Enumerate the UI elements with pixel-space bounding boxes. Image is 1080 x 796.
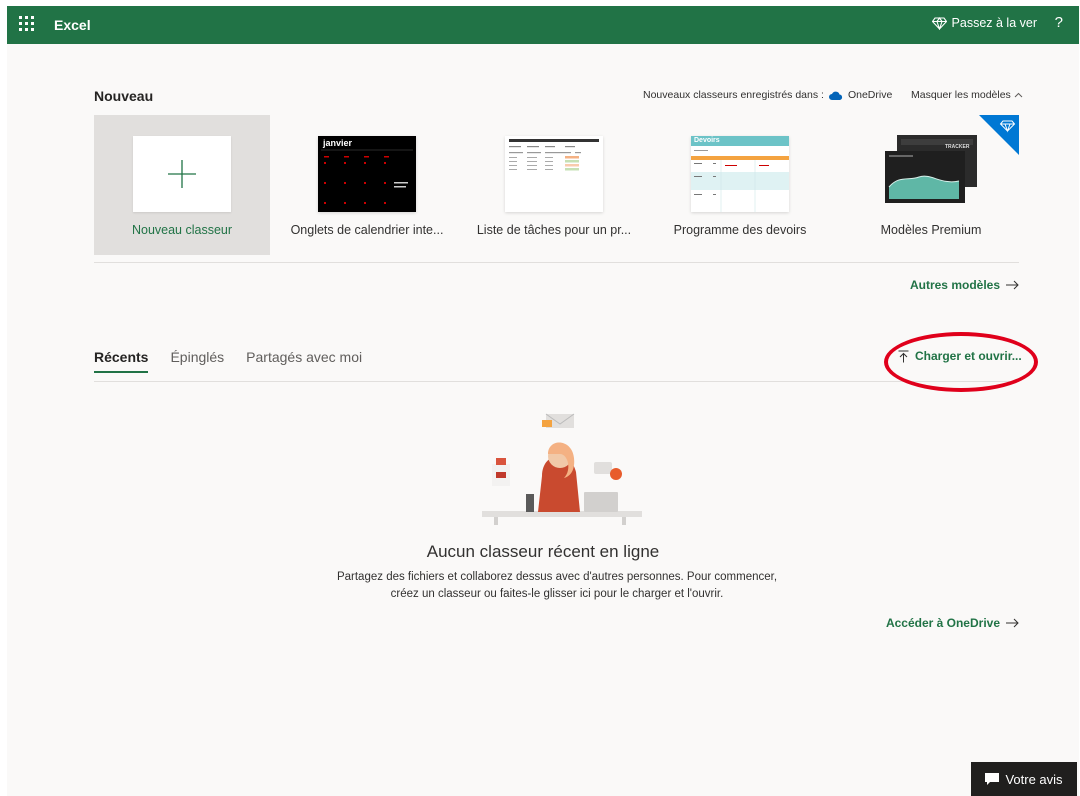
template-thumbnail: Devoirs xyxy=(691,136,789,212)
help-button[interactable]: ? xyxy=(1055,14,1063,31)
plus-icon xyxy=(168,160,196,188)
template-calendar[interactable]: janvier Onglets de calendrier inte... xyxy=(279,115,455,255)
template-label: Modèles Premium xyxy=(880,223,982,237)
template-thumbnail xyxy=(133,136,231,212)
upgrade-link[interactable]: Passez à la ver xyxy=(931,16,1037,30)
template-task-list[interactable]: Liste de tâches pour un pr... xyxy=(466,115,642,255)
go-to-onedrive-link[interactable]: Accéder à OneDrive xyxy=(886,616,1019,630)
template-label: Programme des devoirs xyxy=(673,223,807,237)
app-header: Excel Passez à la ver ? xyxy=(7,6,1079,44)
excel-start-page: Excel Passez à la ver ? Nouveau Nouveaux… xyxy=(7,6,1079,796)
template-homework[interactable]: Devoirs Programme des devoirs xyxy=(652,115,828,255)
recent-tabs: Récents Épinglés Partagés avec moi xyxy=(94,349,384,373)
feedback-label: Votre avis xyxy=(1005,771,1063,787)
template-thumbnail xyxy=(505,136,603,212)
task-list-graphic xyxy=(509,139,599,171)
more-templates-link[interactable]: Autres modèles xyxy=(910,278,1019,292)
save-location-note: Nouveaux classeurs enregistrés dans : On… xyxy=(643,89,892,101)
tab-pinned[interactable]: Épinglés xyxy=(170,349,224,373)
tabs-divider xyxy=(94,381,1019,382)
template-thumbnail: janvier xyxy=(318,136,416,212)
app-name[interactable]: Excel xyxy=(54,17,91,33)
app-launcher-icon[interactable] xyxy=(19,16,35,32)
template-premium[interactable]: TRACKER Modèles Premium xyxy=(843,115,1019,255)
template-label: Onglets de calendrier inte... xyxy=(290,223,444,237)
empty-state-description: Partagez des fichiers et collaborez dess… xyxy=(318,569,796,603)
empty-state-illustration xyxy=(482,413,642,525)
tab-recent[interactable]: Récents xyxy=(94,349,149,373)
red-highlight-circle xyxy=(884,332,1038,392)
onedrive-cloud-icon xyxy=(828,91,843,100)
save-note-label: Nouveaux classeurs enregistrés dans : xyxy=(643,89,824,101)
tab-shared[interactable]: Partagés avec moi xyxy=(246,349,362,373)
arrow-right-icon xyxy=(1006,280,1019,290)
save-location: OneDrive xyxy=(847,89,893,101)
hide-templates-button[interactable]: Masquer les modèles xyxy=(911,89,1023,101)
empty-state-desc-line: Partagez des fichiers et collaborez dess… xyxy=(336,571,778,583)
premium-badge xyxy=(979,115,1019,155)
feedback-button[interactable]: Votre avis xyxy=(971,762,1077,796)
hide-templates-label: Masquer les modèles xyxy=(911,89,1011,101)
empty-state-desc-line: créez un classeur ou faites-le glisser i… xyxy=(390,588,724,600)
section-divider xyxy=(94,262,1019,263)
homework-grid-graphic xyxy=(691,150,789,212)
chevron-up-icon xyxy=(1014,92,1023,98)
arrow-right-icon xyxy=(1006,618,1019,628)
new-section-title: Nouveau xyxy=(94,88,154,104)
upgrade-label: Passez à la ver xyxy=(951,16,1037,30)
empty-state-title: Aucun classeur récent en ligne xyxy=(426,542,660,561)
calendar-grid-graphic xyxy=(321,149,413,204)
diamond-icon xyxy=(931,16,947,30)
template-label: Nouveau classeur xyxy=(131,223,233,237)
more-templates-label: Autres modèles xyxy=(909,278,1000,292)
template-new-workbook[interactable]: Nouveau classeur xyxy=(94,115,270,255)
onedrive-link-label: Accéder à OneDrive xyxy=(885,616,1000,630)
comment-icon xyxy=(985,773,1000,785)
premium-thumb-title: TRACKER xyxy=(945,144,970,150)
template-label: Liste de tâches pour un pr... xyxy=(476,223,632,237)
